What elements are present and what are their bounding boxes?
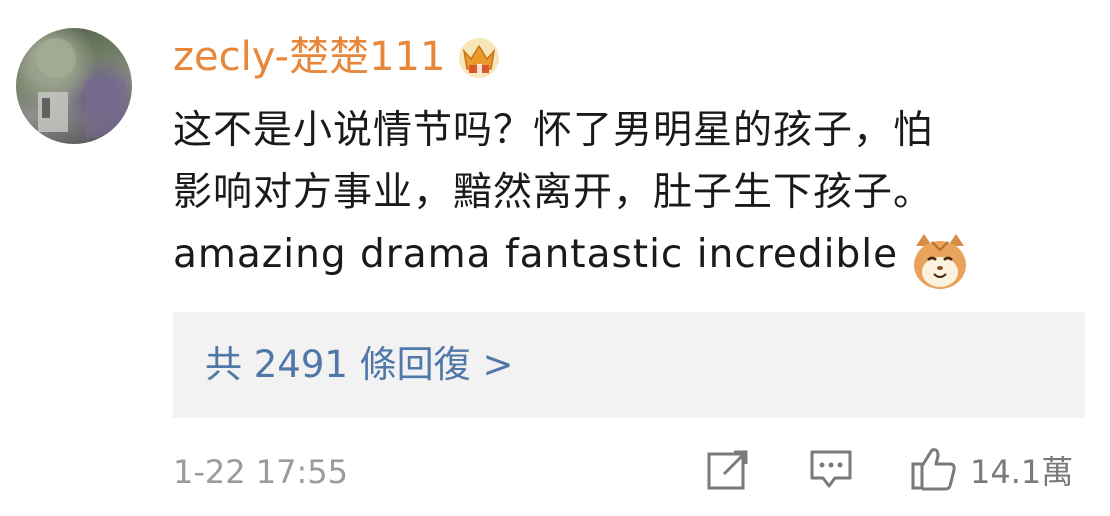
avatar[interactable] bbox=[16, 28, 132, 144]
cat-face-emoji-icon bbox=[914, 234, 966, 289]
avatar-image bbox=[36, 38, 126, 138]
comment-icon[interactable] bbox=[809, 448, 853, 490]
crown-badge-icon[interactable] bbox=[456, 37, 502, 79]
comment-line-2: 影响对方事业，黯然离开，肚子生下孩子。 bbox=[173, 170, 934, 215]
thumbs-up-icon[interactable] bbox=[910, 444, 958, 492]
timestamp: 1-22 17:55 bbox=[173, 453, 349, 491]
replies-link[interactable]: 共 2491 條回復 > bbox=[173, 312, 1085, 418]
like-count: 14.1萬 bbox=[970, 453, 1074, 491]
replies-label[interactable]: 共 2491 條回復 > bbox=[205, 342, 513, 388]
comment-line-1: 这不是小说情节吗？怀了男明星的孩子，怕 bbox=[173, 108, 934, 153]
share-icon[interactable] bbox=[706, 448, 750, 492]
username[interactable]: zecly-楚楚111 bbox=[173, 32, 445, 82]
